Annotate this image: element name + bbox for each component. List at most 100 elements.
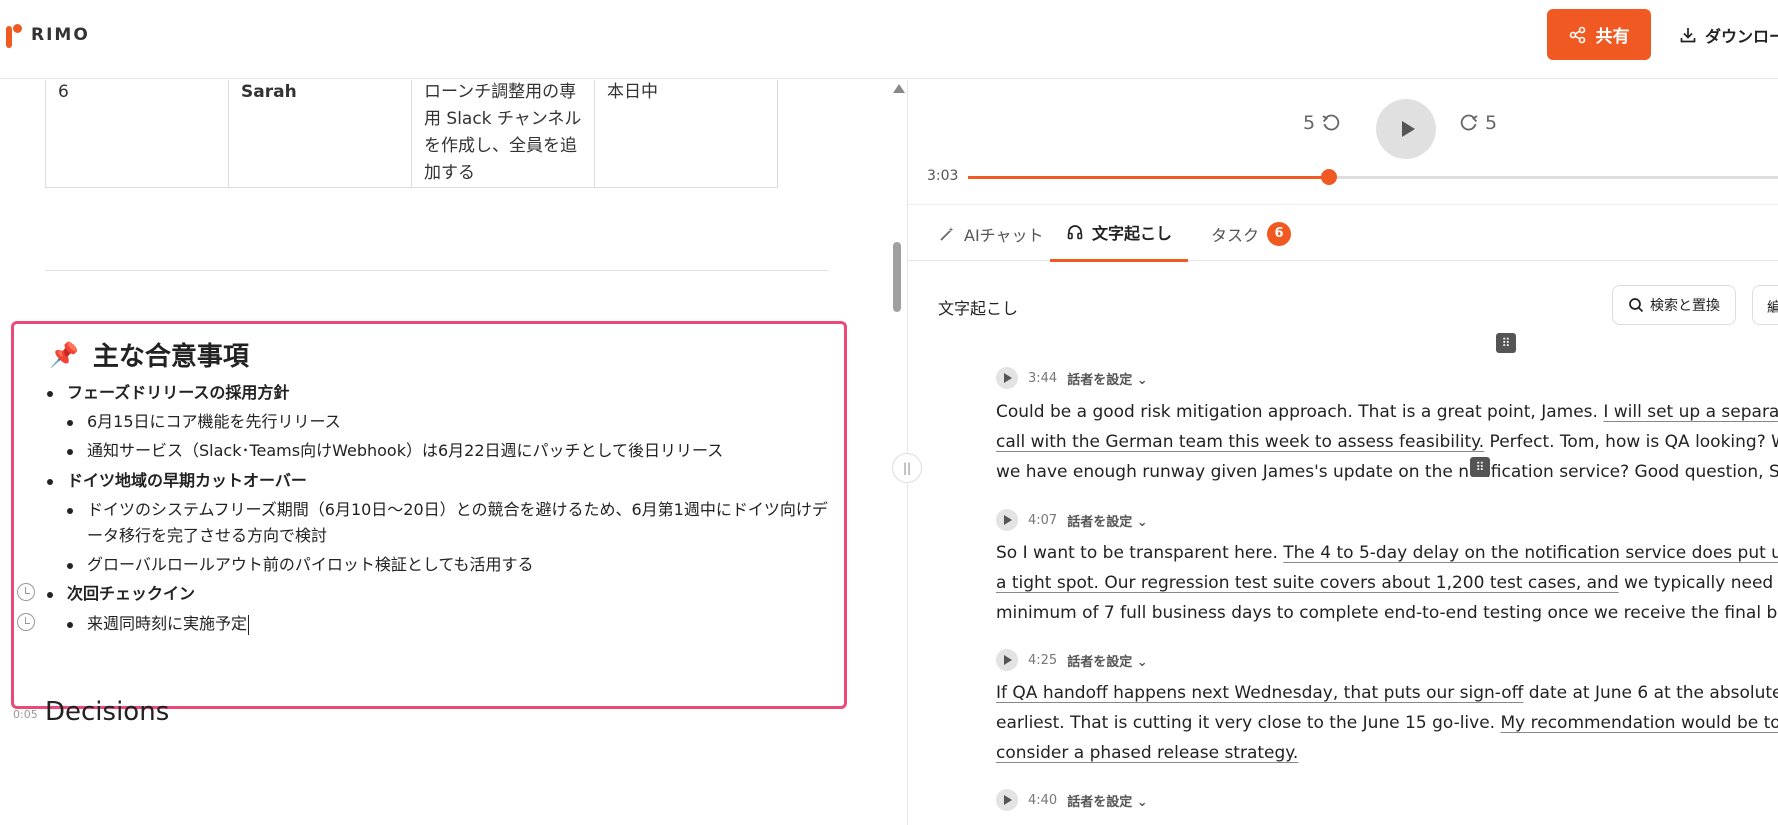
list-item[interactable]: 通知サービス（Slack･Teams向けWebhook）は6月22日週にパッチと… [66,438,723,464]
tab-tasks[interactable]: タスク 6 [1211,205,1292,262]
text-span: minimum of 7 full business days to compl… [996,603,1778,623]
text-span: we have enough runway given James's upda… [996,462,1778,482]
list-item[interactable]: ドイツ地域の早期カットオーバー [47,468,307,494]
tab-ai-chat[interactable]: AIチャット [938,205,1044,262]
segment-header: 4:40 話者を設定 ⌄ [996,789,1148,811]
rimo-logo[interactable]: RIMO [2,20,90,50]
share-button[interactable]: 共有 [1547,9,1651,60]
task-table: 6 Sarah ローンチ調整用の専用 Slack チャンネルを作成し、全員を追加… [45,80,778,188]
play-icon [1004,795,1012,805]
drag-handle-icon[interactable]: ⠿ [1470,457,1490,477]
share-label: 共有 [1595,27,1630,47]
list-item[interactable]: 6月15日にコア機能を先行リリース [67,409,341,435]
summary-document: 6 Sarah ローンチ調整用の専用 Slack チャンネルを作成し、全員を追加… [0,80,907,825]
progress-fill [968,176,1329,179]
speaker-label: 話者を設定 [1067,372,1133,388]
fast-forward-icon [1460,114,1478,131]
text-span: we typically need a [1618,573,1778,593]
edit-button[interactable]: 編集 [1752,285,1778,325]
segment-time: 4:07 [1028,512,1058,528]
headphones-icon [1067,225,1083,240]
skip-back-seconds: 5 [1303,112,1316,134]
logo-text: RIMO [31,25,90,45]
download-button[interactable]: ダウンロード [1679,9,1778,60]
speaker-label: 話者を設定 [1067,794,1133,810]
clock-icon[interactable] [17,613,35,631]
list-item[interactable]: 次回チェックイン [46,581,195,607]
speaker-select[interactable]: 話者を設定 ⌄ [1067,791,1147,810]
segment-play-button[interactable] [996,367,1018,389]
list-item-line: ドイツのシステムフリーズ期間（6月10日～20日）との競合を避けるため、6月第1… [87,500,828,519]
list-item[interactable]: グローバルロールアウト前のパイロット検証としても活用する [67,552,534,578]
download-icon [1680,27,1696,42]
play-icon [1004,515,1012,525]
segment-text[interactable]: So I want to be transparent here. The 4 … [996,538,1778,628]
share-icon [1569,26,1585,43]
tab-transcript[interactable]: 文字起こし [1050,205,1189,262]
play-icon [1004,655,1012,665]
search-replace-button[interactable]: 検索と置換 [1612,285,1736,325]
play-icon [1401,121,1415,137]
list-item[interactable]: 来週同時刻に実施予定 [66,611,250,637]
segment-play-button[interactable] [996,649,1018,671]
tab-label: タスク [1211,225,1260,245]
highlighted-span: The 4 to 5-day delay on the notification… [1283,543,1778,563]
segment-header: 4:07 話者を設定 ⌄ [996,509,1148,531]
pushpin-icon: 📌 [49,340,79,369]
progress-slider[interactable] [968,169,1778,185]
transcript-title: 文字起こし [938,299,1019,318]
text-span: Could be a good risk mitigation approach… [996,402,1604,422]
segment-header: 4:25 話者を設定 ⌄ [996,649,1148,671]
segment-text[interactable]: Could be a good risk mitigation approach… [996,397,1778,487]
task-description-cell[interactable]: ローンチ調整用の専用 Slack チャンネルを作成し、全員を追加する [411,80,595,188]
segment-time: 4:40 [1028,792,1058,808]
speaker-label: 話者を設定 [1067,514,1133,530]
app-header: RIMO 共有 ダウンロード [0,0,1778,79]
task-due-cell[interactable]: 本日中 [594,80,778,188]
tab-bar: AIチャット 文字起こし タスク 6 [908,204,1778,262]
speaker-select[interactable]: 話者を設定 ⌄ [1067,369,1147,388]
task-owner-cell[interactable]: Sarah [228,80,412,188]
highlighted-span: I will set up a separate [1603,402,1778,422]
agreements-heading: 📌 主な合意事項 [49,336,249,373]
highlighted-span: My recommendation would be to [1500,713,1778,733]
search-replace-label: 検索と置換 [1650,298,1720,314]
highlighted-span: call with the German team this week to a… [996,432,1485,452]
speaker-label: 話者を設定 [1067,654,1133,670]
scrollbar-thumb[interactable] [893,242,901,312]
highlighted-span: a tight spot. Our regression test suite … [996,573,1619,593]
list-item-text: 来週同時刻に実施予定 [87,614,248,633]
segment-text[interactable]: If QA handoff happens next Wednesday, th… [996,678,1778,768]
section-timestamp[interactable]: 0:05 [13,708,38,721]
list-item[interactable]: フェーズドリリースの採用方針 [46,380,289,406]
text-span: Perfect. Tom, how is QA looking? Will [1484,432,1778,452]
skip-back-button[interactable]: 5 [1303,112,1341,134]
progress-knob[interactable] [1320,169,1337,185]
segment-header: 3:44 話者を設定 ⌄ [996,367,1148,389]
decisions-heading: Decisions [45,697,170,727]
player-panel: 5 5 3:03 AIチャット 文字起こし タスク 6 文字起こし 検索と置換 … [908,80,1778,825]
current-time: 3:03 [927,168,959,184]
skip-forward-seconds: 5 [1485,112,1498,134]
text-span: date at June 6 at the absolute [1523,683,1778,703]
text-span: So I want to be transparent here. [996,543,1284,563]
drag-handle-icon[interactable]: ⠿ [1496,333,1516,353]
clock-icon[interactable] [17,583,35,601]
list-item-line: ータ移行を完了させる方向で検討 [87,526,328,545]
play-button[interactable] [1376,99,1436,159]
search-icon [1629,298,1644,313]
segment-time: 3:44 [1028,370,1058,386]
agreements-section[interactable]: 📌 主な合意事項 フェーズドリリースの採用方針 6月15日にコア機能を先行リリー… [11,321,847,709]
scroll-up-arrow-icon[interactable] [893,84,905,93]
segment-play-button[interactable] [996,789,1018,811]
segment-play-button[interactable] [996,509,1018,531]
speaker-select[interactable]: 話者を設定 ⌄ [1067,651,1147,670]
play-icon [1004,373,1012,383]
task-number-cell[interactable]: 6 [45,80,229,188]
table-row: 6 Sarah ローンチ調整用の専用 Slack チャンネルを作成し、全員を追加… [45,80,778,188]
rewind-icon [1322,114,1340,131]
list-item[interactable]: ドイツのシステムフリーズ期間（6月10日～20日）との競合を避けるため、6月第1… [67,497,828,549]
skip-forward-button[interactable]: 5 [1459,112,1497,134]
text-cursor [248,614,250,635]
speaker-select[interactable]: 話者を設定 ⌄ [1067,511,1147,530]
